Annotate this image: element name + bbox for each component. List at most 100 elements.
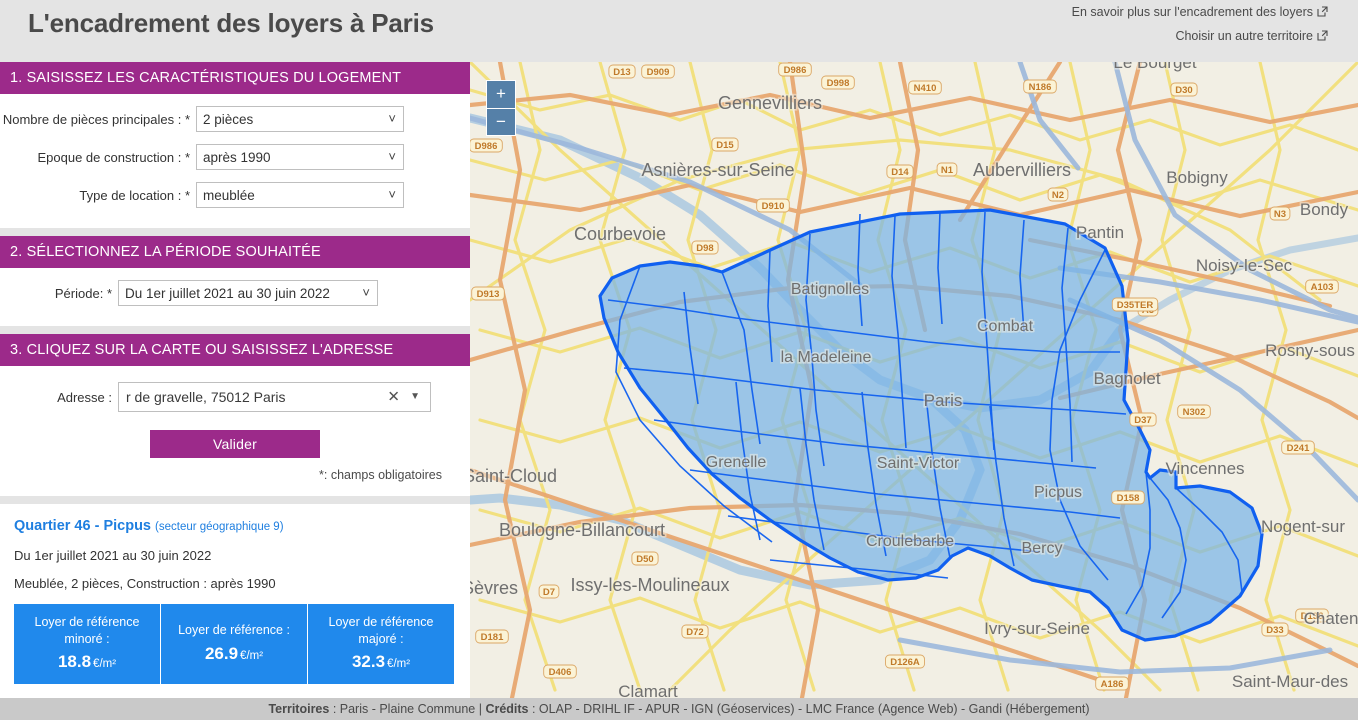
svg-text:D15: D15 [716, 140, 734, 151]
ref-box-reference-label: Loyer de référence : [178, 623, 290, 638]
valider-button[interactable]: Valider [150, 430, 320, 458]
section-1-heading: 1. SAISISSEZ LES CARACTÉRISTIQUES DU LOG… [0, 62, 470, 94]
map-road-shield: D406 [543, 664, 577, 679]
map-place-label: Nogent-sur [1261, 517, 1345, 536]
svg-text:D910: D910 [762, 201, 785, 212]
ref-box-majore-number: 32.3 [351, 652, 386, 672]
footer-territoires-value: : Paris - Plaine Commune | [329, 702, 486, 716]
svg-text:A186: A186 [1101, 679, 1124, 690]
ref-box-minore-unit: €/m² [93, 658, 117, 671]
field-row-epoque: Epoque de construction : * avant 1946194… [0, 144, 470, 170]
map-place-label: la Madeleine [781, 349, 872, 366]
map-place-label: Rosny-sous [1265, 341, 1355, 360]
select-nombre-pieces[interactable]: 1 pièce2 pièces3 pièces4 pièces et plus [196, 106, 404, 132]
map-canvas[interactable]: D986 D998 N410 N186 D30 D13 D909 D15 N1 D14 N2 D986… [470, 62, 1358, 698]
map-place-label: Sèvres [470, 578, 518, 598]
link-en-savoir-plus-label: En savoir plus sur l'encadrement des loy… [1071, 5, 1313, 19]
map-road-shield: N2 [1047, 187, 1069, 202]
map-place-label: Gennevilliers [718, 93, 822, 113]
map-road-shield: N1 [936, 162, 958, 177]
map-road-shield: N3 [1269, 206, 1291, 221]
ref-box-minore-number: 18.8 [57, 652, 92, 672]
svg-text:D35TER: D35TER [1117, 300, 1154, 311]
results-period: Du 1er juillet 2021 au 30 juin 2022 [14, 548, 212, 563]
svg-text:N3: N3 [1274, 209, 1286, 220]
address-input-box[interactable]: ✕ ▼ [118, 382, 431, 412]
select-wrap-type-location: meubléenon meublée ˅ [196, 182, 404, 208]
label-epoque-text: Epoque de construction : [37, 149, 182, 165]
mandatory-fields-note: *: champs obligatoires [319, 468, 442, 482]
map-place-label: Picpus [1034, 484, 1082, 501]
field-row-type-location: Type de location : * meubléenon meublée … [0, 182, 470, 208]
clear-x-icon[interactable]: ✕ [387, 390, 400, 405]
panel-divider [0, 496, 470, 504]
link-en-savoir-plus[interactable]: En savoir plus sur l'encadrement des loy… [1072, 5, 1328, 19]
search-input-adresse[interactable] [119, 388, 374, 406]
ref-box-minore-label: Loyer de référence minoré : [34, 614, 140, 646]
section-1-body: Nombre de pièces principales : * 1 pièce… [0, 106, 470, 228]
svg-text:D181: D181 [481, 632, 504, 643]
ref-box-reference: Loyer de référence : 26.9 €/m² [161, 604, 308, 684]
svg-text:N1: N1 [941, 165, 954, 176]
label-type-location-text: Type de location : [79, 187, 182, 203]
section-periode: 2. SÉLECTIONNEZ LA PÉRIODE SOUHAITÉE Pér… [0, 236, 470, 326]
map-place-label: Le Bourget [1113, 62, 1196, 72]
map-place-label: Grenelle [706, 454, 767, 471]
footer-credits-value: : OLAP - DRIHL IF - APUR - IGN (Géoservi… [528, 702, 1090, 716]
label-periode-text: Période: [54, 285, 104, 301]
chevron-down-icon[interactable]: ▼ [410, 392, 420, 402]
svg-text:A103: A103 [1311, 282, 1334, 293]
map-road-shield: D13 [608, 64, 636, 79]
map-road-shield: D15 [711, 137, 739, 152]
map-place-label: Saint-Maur-des [1232, 672, 1348, 691]
svg-text:D7: D7 [543, 587, 555, 598]
ref-box-minore: Loyer de référence minoré : 18.8 €/m² [14, 604, 161, 684]
svg-text:D158: D158 [1117, 493, 1140, 504]
svg-text:D72: D72 [686, 627, 703, 638]
select-type-location[interactable]: meubléenon meublée [196, 182, 404, 208]
map-road-shield: D72 [681, 624, 709, 639]
map-place-label: Chatenay [1304, 609, 1358, 628]
map-place-label: Bondy [1300, 200, 1349, 219]
section-logement: 1. SAISISSEZ LES CARACTÉRISTIQUES DU LOG… [0, 62, 470, 228]
svg-text:D14: D14 [891, 167, 909, 178]
svg-text:D37: D37 [1134, 415, 1151, 426]
map-svg: D986 D998 N410 N186 D30 D13 D909 D15 N1 D14 N2 D986… [470, 62, 1358, 698]
required-marker: * [106, 285, 112, 301]
ref-box-reference-value: 26.9 €/m² [165, 644, 303, 664]
field-row-pieces: Nombre de pièces principales : * 1 pièce… [0, 106, 470, 132]
map-road-shield: N410 [908, 80, 942, 95]
svg-text:D33: D33 [1266, 625, 1283, 636]
select-epoque-construction[interactable]: avant 19461946-19701971-1990après 1990 [196, 144, 404, 170]
page-header: L'encadrement des loyers à Paris En savo… [0, 0, 1358, 62]
ref-box-reference-number: 26.9 [204, 643, 239, 663]
ref-box-majore-unit: €/m² [387, 658, 411, 671]
map-zoom-out-button[interactable]: − [486, 108, 516, 136]
svg-text:N186: N186 [1029, 82, 1052, 93]
label-nombre-pieces-text: Nombre de pièces principales : [2, 111, 182, 127]
select-wrap-pieces: 1 pièce2 pièces3 pièces4 pièces et plus … [196, 106, 404, 132]
select-periode[interactable]: Du 1er juillet 2019 au 30 juin 2020Du 1e… [118, 280, 378, 306]
map-road-shield: D998 [821, 75, 855, 90]
map-road-shield: A186 [1095, 676, 1129, 691]
svg-text:N410: N410 [914, 83, 937, 94]
map-road-shield: D158 [1111, 490, 1145, 505]
link-choisir-territoire[interactable]: Choisir un autre territoire [1175, 29, 1328, 43]
select-wrap-periode: Du 1er juillet 2019 au 30 juin 2020Du 1e… [118, 280, 378, 306]
svg-text:D986: D986 [475, 141, 498, 152]
map-road-shield: N186 [1023, 79, 1057, 94]
map-road-shield: D37 [1129, 412, 1157, 427]
map-zoom-in-button[interactable]: + [486, 80, 516, 108]
map-place-label: Aubervilliers [973, 160, 1071, 180]
svg-text:D998: D998 [827, 78, 850, 89]
section-3-body: Adresse : ✕ ▼ Valider *: champs obligato… [0, 382, 470, 496]
map-place-label: Pantin [1076, 223, 1124, 242]
ref-box-majore-value: 32.3 €/m² [312, 652, 450, 672]
page-footer: Territoires : Paris - Plaine Commune | C… [0, 698, 1358, 720]
map-road-shield: D7 [538, 584, 560, 599]
app-root: L'encadrement des loyers à Paris En savo… [0, 0, 1358, 720]
map-road-shield: D50 [631, 551, 659, 566]
map-road-shield: D98 [691, 240, 719, 255]
map-place-label: Ivry-sur-Seine [984, 619, 1090, 638]
map-place-label: Courbevoie [574, 224, 666, 244]
